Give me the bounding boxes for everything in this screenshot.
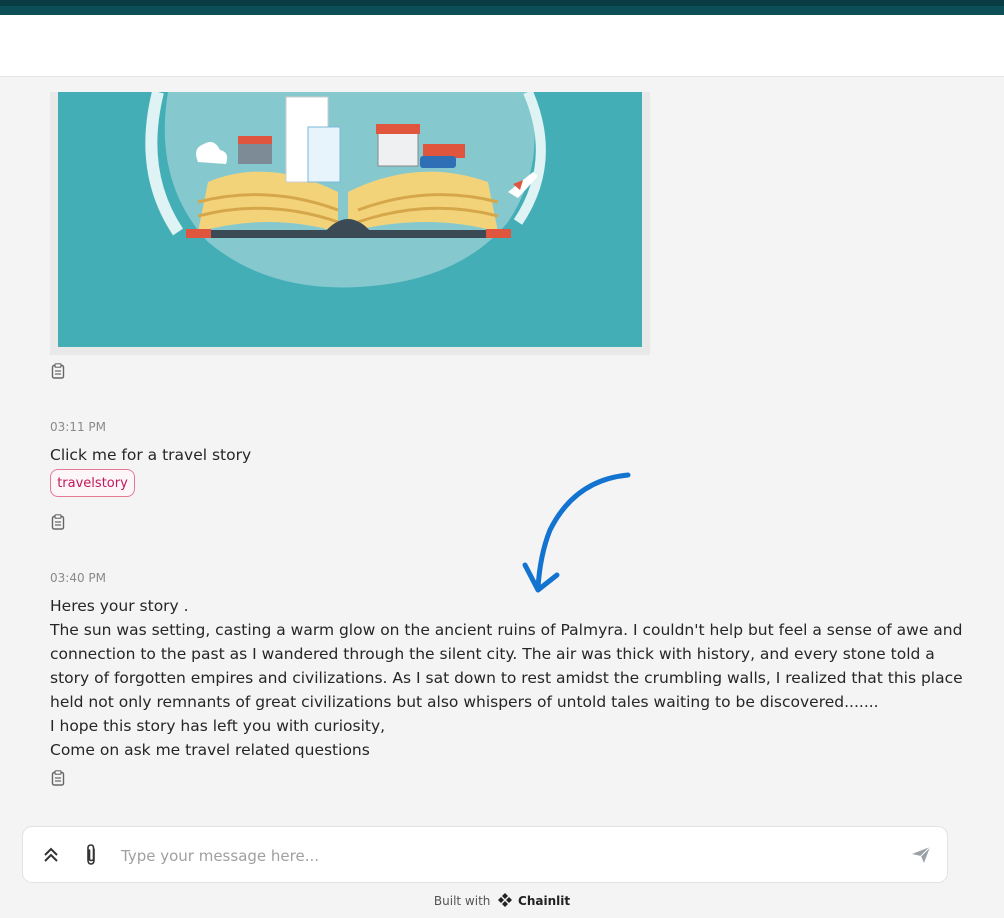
clipboard-icon[interactable] <box>51 514 65 530</box>
chainlit-brand-link[interactable]: Chainlit <box>518 894 570 908</box>
send-icon[interactable] <box>911 846 931 868</box>
story-message: Heres your story . The sun was setting, … <box>50 594 963 762</box>
message-timestamp: 03:11 PM <box>50 420 106 434</box>
message-input[interactable] <box>119 841 883 871</box>
clipboard-icon[interactable] <box>51 770 65 786</box>
message-composer <box>22 826 948 883</box>
hand-drawn-arrow-icon <box>522 472 631 593</box>
story-line: I hope this story has left you with curi… <box>50 717 386 735</box>
paperclip-icon[interactable] <box>83 843 99 871</box>
chevrons-up-icon[interactable] <box>43 845 59 869</box>
story-line: The sun was setting, casting a warm glow… <box>50 621 963 639</box>
story-line: Heres your story . <box>50 597 189 615</box>
travelstory-action-button[interactable]: travelstory <box>50 469 135 497</box>
footer: Built with Chainlit <box>0 893 1004 910</box>
built-with-label: Built with <box>433 894 491 908</box>
message-text: Click me for a travel story <box>50 446 252 464</box>
header <box>0 15 1004 77</box>
message-timestamp: 03:40 PM <box>50 571 106 585</box>
clipboard-icon[interactable] <box>51 363 65 379</box>
sub-header <box>0 77 1004 92</box>
travel-book-illustration <box>58 92 642 347</box>
top-bar <box>0 0 1004 15</box>
story-line: Come on ask me travel related questions <box>50 741 370 759</box>
story-line: connection to the past as I wandered thr… <box>50 645 935 663</box>
travel-image[interactable] <box>50 92 650 355</box>
story-line: story of forgotten empires and civilizat… <box>50 669 963 687</box>
story-line: held not only remnants of great civiliza… <box>50 693 879 711</box>
chainlit-logo-icon <box>498 893 513 910</box>
